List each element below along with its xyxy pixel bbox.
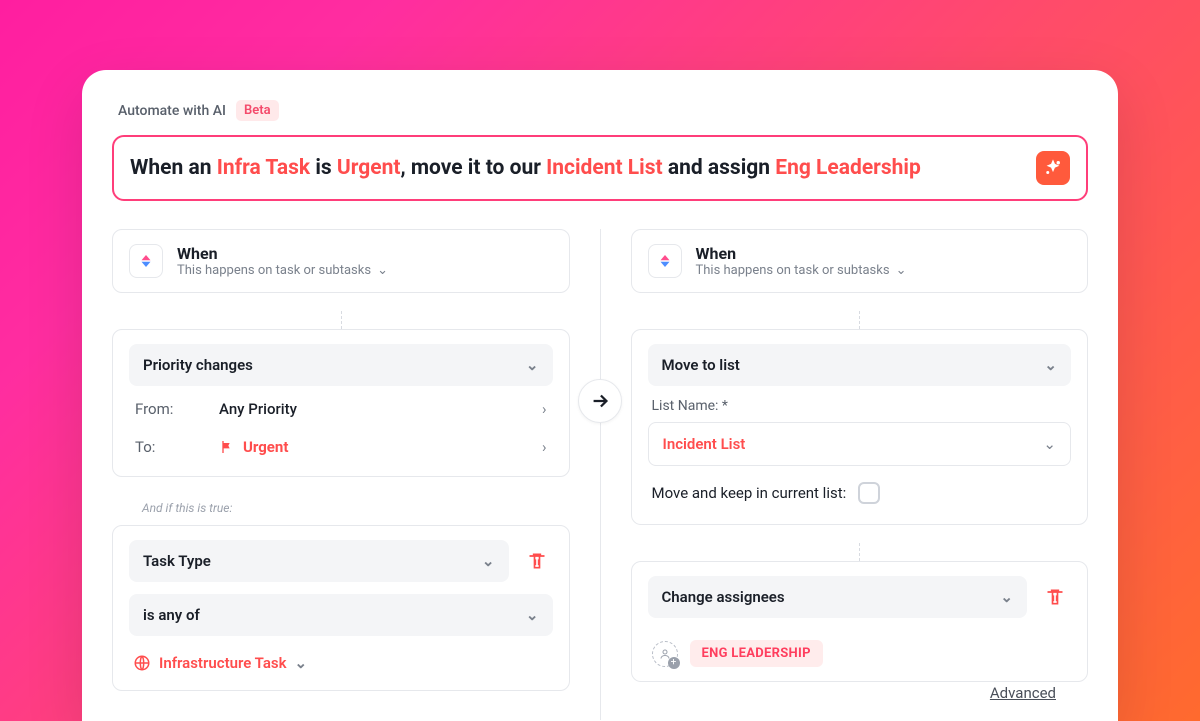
- chevron-down-icon: ⌄: [1043, 435, 1056, 453]
- ai-generate-button[interactable]: [1036, 151, 1070, 185]
- condition-field-select[interactable]: Task Type ⌄: [129, 540, 509, 582]
- keep-in-list-checkbox[interactable]: [858, 482, 880, 504]
- chevron-down-icon: ⌄: [526, 356, 539, 374]
- chevron-down-icon: ⌄: [526, 606, 539, 624]
- list-name-label: List Name: *: [648, 386, 1072, 422]
- action-type-select[interactable]: Change assignees ⌄: [648, 576, 1028, 618]
- sparkle-icon: [1044, 159, 1062, 177]
- assignee-pill[interactable]: ENG LEADERSHIP: [690, 640, 823, 667]
- trigger-when-card[interactable]: When This happens on task or subtasks ⌄: [112, 229, 570, 293]
- prompt-text: When an Infra Task is Urgent, move it to…: [130, 154, 921, 182]
- add-assignee-button[interactable]: [652, 641, 678, 667]
- column-divider: [600, 229, 601, 720]
- when-title: When: [696, 244, 907, 263]
- action-type-select[interactable]: Move to list ⌄: [648, 344, 1072, 386]
- chevron-down-icon: ⌄: [377, 263, 388, 278]
- chevron-down-icon: ⌄: [1000, 588, 1013, 606]
- condition-note: And if this is true:: [112, 495, 570, 525]
- app-logo-icon: [129, 244, 163, 278]
- delete-condition-button[interactable]: [521, 545, 553, 577]
- beta-badge: Beta: [236, 100, 279, 121]
- when-title: When: [177, 244, 388, 263]
- when-scope-select[interactable]: This happens on task or subtasks ⌄: [177, 263, 388, 278]
- delete-action-button[interactable]: [1039, 581, 1071, 613]
- trigger-config-card: Priority changes ⌄ From: Any Priority › …: [112, 329, 570, 477]
- chevron-down-icon: ⌄: [896, 263, 907, 278]
- change-assignees-card: Change assignees ⌄ ENG LEADERSHIP: [631, 561, 1089, 682]
- trash-icon: [1045, 587, 1065, 607]
- chevron-down-icon: ⌄: [482, 552, 495, 570]
- chevron-down-icon: ⌄: [295, 654, 308, 672]
- connector-line: [341, 311, 570, 329]
- connector-line: [859, 543, 1088, 561]
- list-name-select[interactable]: Incident List ⌄: [648, 422, 1072, 466]
- when-scope-select[interactable]: This happens on task or subtasks ⌄: [696, 263, 907, 278]
- advanced-link[interactable]: Advanced: [990, 684, 1056, 702]
- header-label: Automate with AI: [118, 103, 226, 119]
- move-to-list-card: Move to list ⌄ List Name: * Incident Lis…: [631, 329, 1089, 525]
- chevron-down-icon: ⌄: [1044, 356, 1057, 374]
- globe-icon: [133, 654, 151, 672]
- flag-icon: [219, 439, 235, 455]
- chevron-right-icon: ›: [542, 400, 547, 418]
- chevron-right-icon: ›: [542, 438, 547, 456]
- trigger-type-select[interactable]: Priority changes ⌄: [129, 344, 553, 386]
- app-logo-icon: [648, 244, 682, 278]
- priority-to-select[interactable]: To: Urgent ›: [129, 424, 553, 462]
- flow-arrow: [578, 379, 622, 423]
- condition-card: Task Type ⌄ is any of ⌄ Infrastructure T…: [112, 525, 570, 691]
- action-when-card[interactable]: When This happens on task or subtasks ⌄: [631, 229, 1089, 293]
- keep-in-list-label: Move and keep in current list:: [652, 484, 847, 502]
- connector-line: [859, 311, 1088, 329]
- arrow-right-icon: [589, 390, 611, 412]
- trash-icon: [527, 551, 547, 571]
- condition-value-select[interactable]: Infrastructure Task ⌄: [129, 646, 311, 680]
- priority-from-select[interactable]: From: Any Priority ›: [129, 386, 553, 424]
- ai-prompt-input[interactable]: When an Infra Task is Urgent, move it to…: [112, 135, 1088, 201]
- condition-operator-select[interactable]: is any of ⌄: [129, 594, 553, 636]
- person-icon: [659, 648, 671, 660]
